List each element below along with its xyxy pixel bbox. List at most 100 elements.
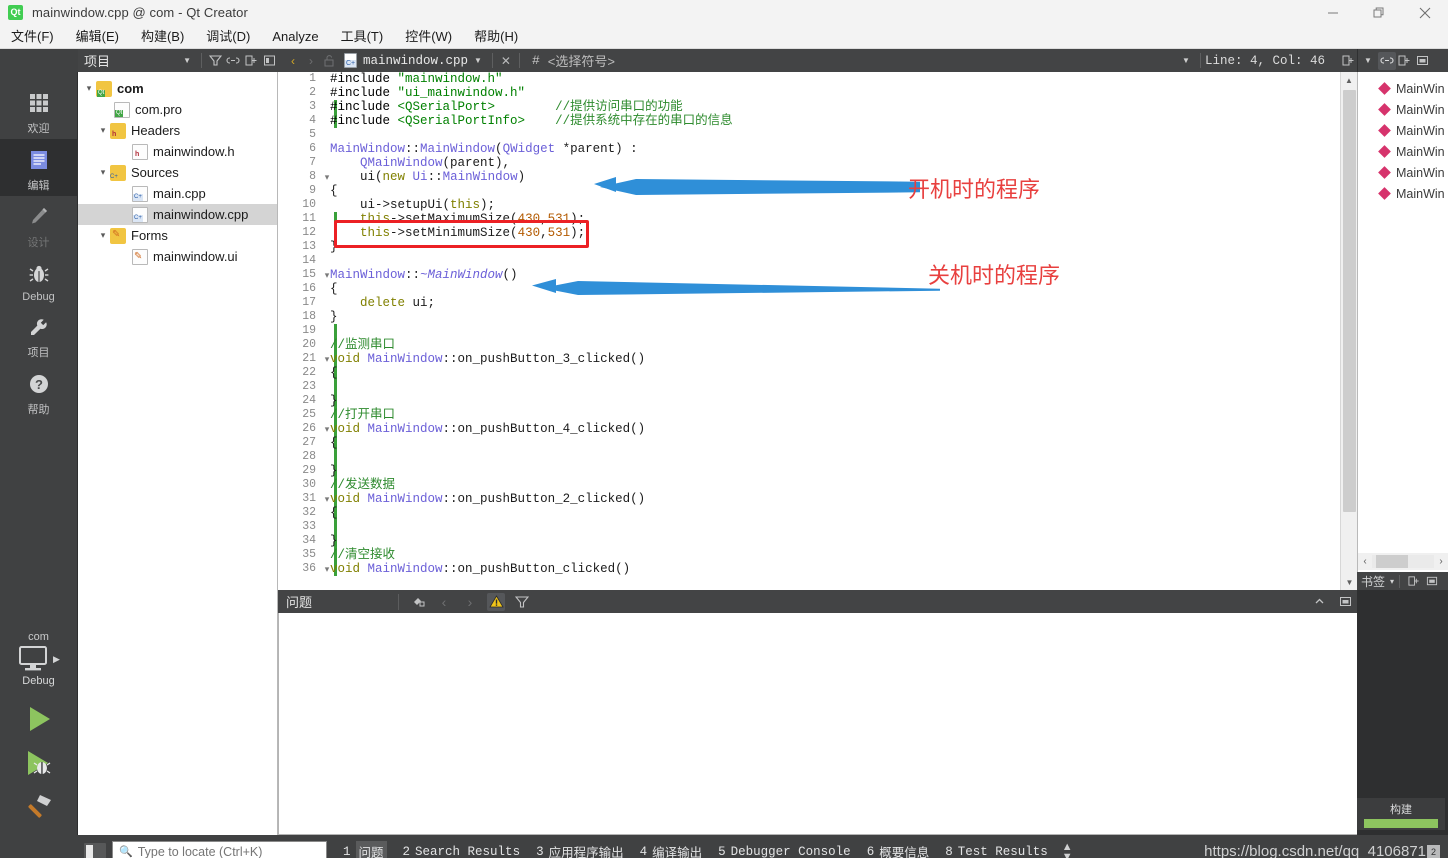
scroll-thumb[interactable] [1343,90,1356,512]
outline-close-pane-icon[interactable] [1423,572,1441,590]
mode-debug[interactable]: Debug [0,253,78,306]
hscroll-track[interactable] [1372,555,1434,568]
scroll-left-icon[interactable]: ‹ [1358,556,1372,567]
scroll-down-icon[interactable]: ▼ [1341,574,1358,590]
bookmarks-caret-icon[interactable]: ▾ [1385,577,1394,586]
problems-next-icon[interactable]: › [461,593,479,611]
funnel-icon[interactable] [513,593,531,611]
project-selector-caret-icon[interactable]: ▼ [177,56,197,65]
chevron-down-icon[interactable]: ▾ [82,83,96,94]
pane-number: 3 [536,844,544,859]
project-selector-label[interactable]: 项目 [78,51,110,70]
outline-item[interactable]: MainWin [1358,99,1448,120]
line-number: 18 [302,310,316,323]
menu-debug[interactable]: 调试(D) [195,25,261,49]
line-number: 22 [302,366,316,379]
split-icon[interactable] [242,52,260,70]
maximize-button[interactable] [1356,0,1402,25]
outline-horizontal-scrollbar[interactable]: ‹ › [1357,553,1448,570]
kit-caret-icon[interactable]: ▶ [53,654,60,665]
outline-split-icon[interactable] [1405,572,1423,590]
mode-projects[interactable]: 项目 [0,306,78,363]
outline-item[interactable]: MainWin [1358,183,1448,204]
tree-node-com[interactable]: ▾ com [78,78,277,99]
close-button[interactable] [1402,0,1448,25]
menu-file[interactable]: 文件(F) [0,25,65,49]
tree-node-headers[interactable]: ▾ Headers [78,120,277,141]
bookmarks-label[interactable]: 书签 [1357,573,1385,590]
tree-node-main-cpp[interactable]: main.cpp [78,183,277,204]
tree-node-sources[interactable]: ▾ Sources [78,162,277,183]
close-file-icon[interactable]: ✕ [497,52,515,70]
menu-help[interactable]: 帮助(H) [463,25,529,49]
outline-item[interactable]: MainWin [1358,162,1448,183]
line-number: 24 [302,394,316,407]
close-split-icon[interactable] [1414,52,1432,70]
scroll-up-icon[interactable]: ▲ [1341,72,1357,88]
outline-item[interactable]: MainWin [1358,78,1448,99]
link-editors-icon[interactable] [1377,51,1396,70]
kit-selector[interactable]: ▶ [17,645,60,673]
filter-icon[interactable] [206,52,224,70]
file-list-caret-icon[interactable]: ▼ [468,56,488,65]
line-number: 5 [309,128,316,141]
chevron-down-icon[interactable]: ▾ [96,230,110,241]
outline-item[interactable]: MainWin [1358,141,1448,162]
line-number: 10 [302,198,316,211]
clean-icon[interactable] [409,593,427,611]
tree-node-mainwindow-h[interactable]: mainwindow.h [78,141,277,162]
editor-scrollbar[interactable]: ▲ ▼ [1340,72,1357,590]
split-editor-icon[interactable] [1339,52,1357,70]
menu-tools[interactable]: 工具(T) [330,25,395,49]
output-pane-debugger-console[interactable]: 5 Debugger Console [718,845,851,859]
problems-maximize-icon[interactable] [1336,593,1354,611]
add-split-icon[interactable] [1396,52,1414,70]
output-pane-search-results[interactable]: 2 Search Results [403,845,521,859]
line-number: 20 [302,338,316,351]
build-button[interactable] [22,785,56,829]
line-col-indicator[interactable]: Line: 4, Col: 46 [1205,54,1325,68]
chevron-down-icon[interactable]: ▾ [96,125,110,136]
menu-window[interactable]: 控件(W) [394,25,463,49]
lock-file-icon[interactable] [320,52,338,70]
mode-help[interactable]: ? 帮助 [0,363,78,420]
symbol-diamond-icon [1378,103,1391,116]
run-button[interactable] [22,697,56,741]
tree-node-mainwindow-cpp[interactable]: mainwindow.cpp [78,204,277,225]
tree-node-com-pro[interactable]: com.pro [78,99,277,120]
tree-node-forms[interactable]: ▾ Forms [78,225,277,246]
maximize-pane-icon[interactable] [260,52,278,70]
debug-run-icon [27,751,50,775]
code-editor[interactable]: 1 2 3 4 5 6 7 8 9 10 11 12 13 14 15 16 17 18 19 20 21 22 23 24 2… [278,72,1360,590]
mode-welcome[interactable]: 欢迎 [0,82,78,139]
nav-back-button[interactable]: ‹ [284,52,302,70]
hscroll-thumb[interactable] [1376,555,1408,568]
outline-caret-icon[interactable]: ▼ [1358,56,1378,65]
search-input[interactable] [137,844,313,859]
forms-folder-icon [110,227,126,244]
debug-button[interactable] [22,741,56,785]
scroll-right-icon[interactable]: › [1434,556,1448,567]
problems-collapse-icon[interactable] [1310,593,1328,611]
grid-icon [28,88,50,118]
output-pane-test-results[interactable]: 8 Test Results [945,845,1048,859]
symbol-caret-icon[interactable]: ▼ [1176,56,1196,65]
menu-analyze[interactable]: Analyze [261,25,329,49]
outline-item[interactable]: MainWin [1358,120,1448,141]
warning-triangle-icon[interactable] [487,592,505,611]
menu-build[interactable]: 构建(B) [130,25,195,49]
problems-panel-body[interactable] [278,613,1360,835]
minimize-button[interactable] [1310,0,1356,25]
menu-edit[interactable]: 编辑(E) [65,25,130,49]
chevron-down-icon[interactable]: ▾ [96,167,110,178]
link-icon[interactable] [224,52,242,70]
tree-node-mainwindow-ui[interactable]: mainwindow.ui [78,246,277,267]
mode-design[interactable]: 设计 [0,196,78,253]
symbol-selector[interactable]: <选择符号> [548,51,615,70]
qt-pro-file-icon [114,101,130,118]
nav-forward-button[interactable]: › [302,52,320,70]
mode-edit[interactable]: 编辑 [0,139,78,196]
problems-prev-icon[interactable]: ‹ [435,593,453,611]
open-file-tab[interactable]: mainwindow.cpp [344,53,468,68]
code-text-area[interactable]: #include "mainwindow.h" #include "ui_main… [330,72,1360,590]
